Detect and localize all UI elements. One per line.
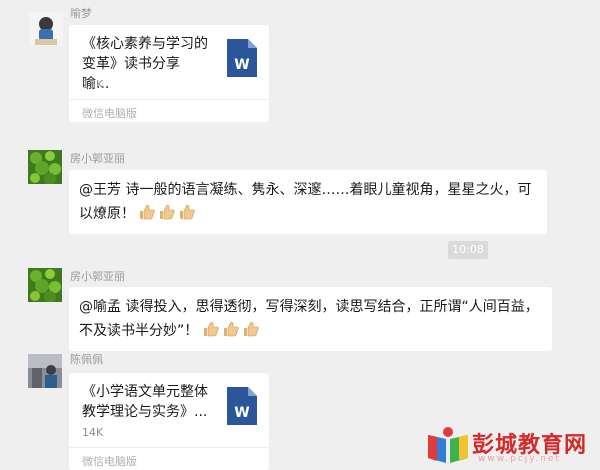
sender-name: 房小郭亚丽 (70, 270, 125, 283)
sender-name: 喻梦 (70, 7, 92, 20)
message-bubble[interactable]: @喻孟 读得投入，思得透彻，写得深刻，读思写结合，正所谓“人间百益，不及读书半分… (69, 287, 552, 351)
thumbs-up-icon (159, 204, 176, 220)
site-watermark: 彭城教育网 www.pcjy.net (426, 423, 596, 465)
thumbs-up-icon (179, 204, 196, 220)
book-logo-icon (428, 427, 468, 463)
message-text: @喻孟 读得投入，思得透彻，写得深刻，读思写结合，正所谓“人间百益，不及读书半分… (79, 299, 539, 339)
divider (69, 99, 269, 100)
file-name: 《小学语文单元整体教学理论与实务》... (82, 384, 208, 420)
file-card[interactable]: 《核心素养与学习的变革》读书分享 喻... W 15K 微信电脑版 (69, 25, 269, 122)
svg-text:W: W (234, 405, 249, 421)
thumbs-up-icon (203, 321, 219, 337)
avatar-chenpeipei[interactable] (28, 354, 62, 388)
sender-name: 房小郭亚丽 (70, 152, 125, 165)
thumbs-up-icon (139, 204, 156, 220)
timestamp: 10:08 (448, 241, 488, 259)
file-source: 微信电脑版 (82, 107, 137, 120)
word-doc-icon: W (227, 39, 257, 77)
file-card[interactable]: 《小学语文单元整体教学理论与实务》... W 14K 微信电脑版 (69, 373, 269, 470)
thumbs-up-icon (243, 321, 259, 337)
avatar-fangxiao-guoyali[interactable] (28, 150, 62, 184)
divider (69, 447, 269, 448)
watermark-url: www.pcjy.net (478, 454, 561, 464)
word-doc-icon: W (227, 387, 257, 425)
sender-name: 陈佩佩 (70, 353, 103, 366)
file-size: 14K (82, 426, 104, 439)
avatar-fangxiao-guoyali[interactable] (28, 268, 62, 302)
file-size: 15K (82, 78, 104, 91)
thumbs-up-icon (223, 321, 239, 337)
file-source: 微信电脑版 (82, 455, 137, 468)
message-bubble[interactable]: @王芳 诗一般的语言凝练、隽永、深邃……着眼儿童视角，星星之火，可以燎原！ (69, 170, 547, 234)
avatar-yumeng[interactable] (29, 12, 63, 46)
svg-text:W: W (234, 57, 249, 73)
